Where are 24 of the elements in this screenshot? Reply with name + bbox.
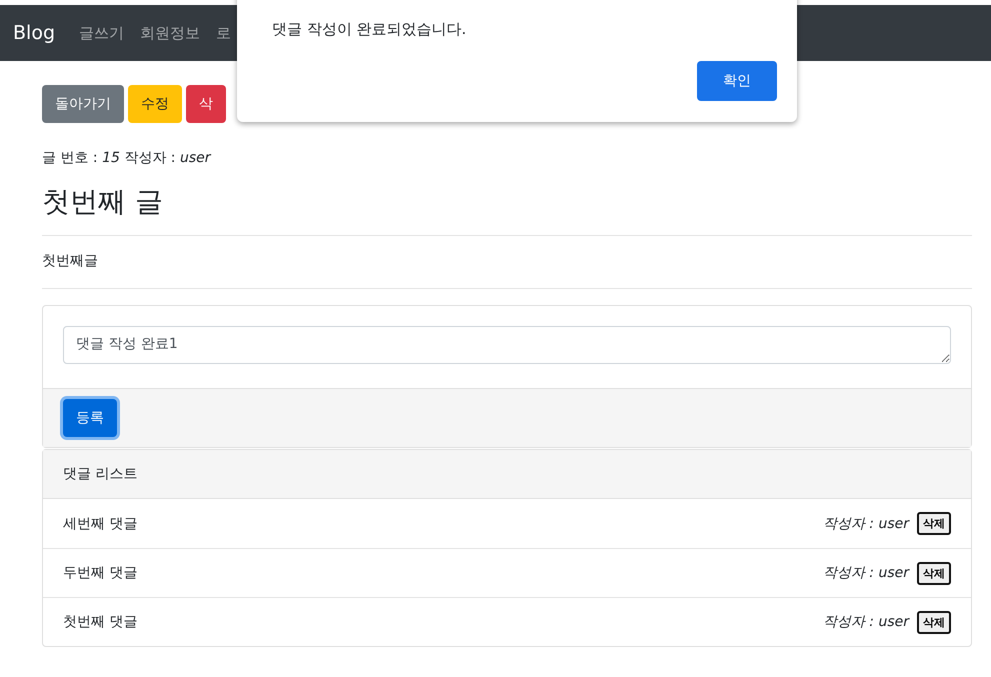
nav-link[interactable]: 로 [216, 24, 231, 42]
post-title: 첫번째 글 [42, 184, 164, 220]
submit-button[interactable]: 등록 [63, 399, 117, 437]
delete-button[interactable]: 삭제 [917, 512, 951, 535]
nav-link[interactable]: 회원정보 [140, 24, 200, 42]
post-meta: 글 번호 : 15 작성자 : user [42, 149, 212, 167]
dialog-message: 댓글 작성이 완료되었습니다. [272, 20, 468, 39]
reply-list-header: 댓글 리스트 [43, 450, 971, 499]
nav-link[interactable]: 글쓰기 [79, 24, 124, 42]
action-button[interactable]: 수정 [128, 85, 182, 123]
reply-author: 작성자 : user [822, 514, 909, 532]
reply-text: 두번째 댓글 [63, 564, 138, 582]
reply-author: 작성자 : user [822, 564, 909, 582]
brand-link[interactable]: Blog [13, 22, 55, 44]
action-button[interactable]: 돌아가기 [42, 85, 124, 123]
reply-text: 세번째 댓글 [63, 514, 138, 532]
ok-button[interactable]: 확인 [697, 61, 777, 101]
post-content: 첫번째글 [42, 252, 99, 271]
delete-button[interactable]: 삭제 [917, 610, 951, 634]
reply-text: 첫번째 댓글 [63, 613, 138, 631]
action-button[interactable]: 삭 [186, 85, 226, 123]
reply-author: 작성자 : user [822, 613, 909, 631]
reply-input[interactable]: 댓글 작성 완료1 [63, 326, 951, 364]
delete-button[interactable]: 삭제 [917, 562, 951, 584]
